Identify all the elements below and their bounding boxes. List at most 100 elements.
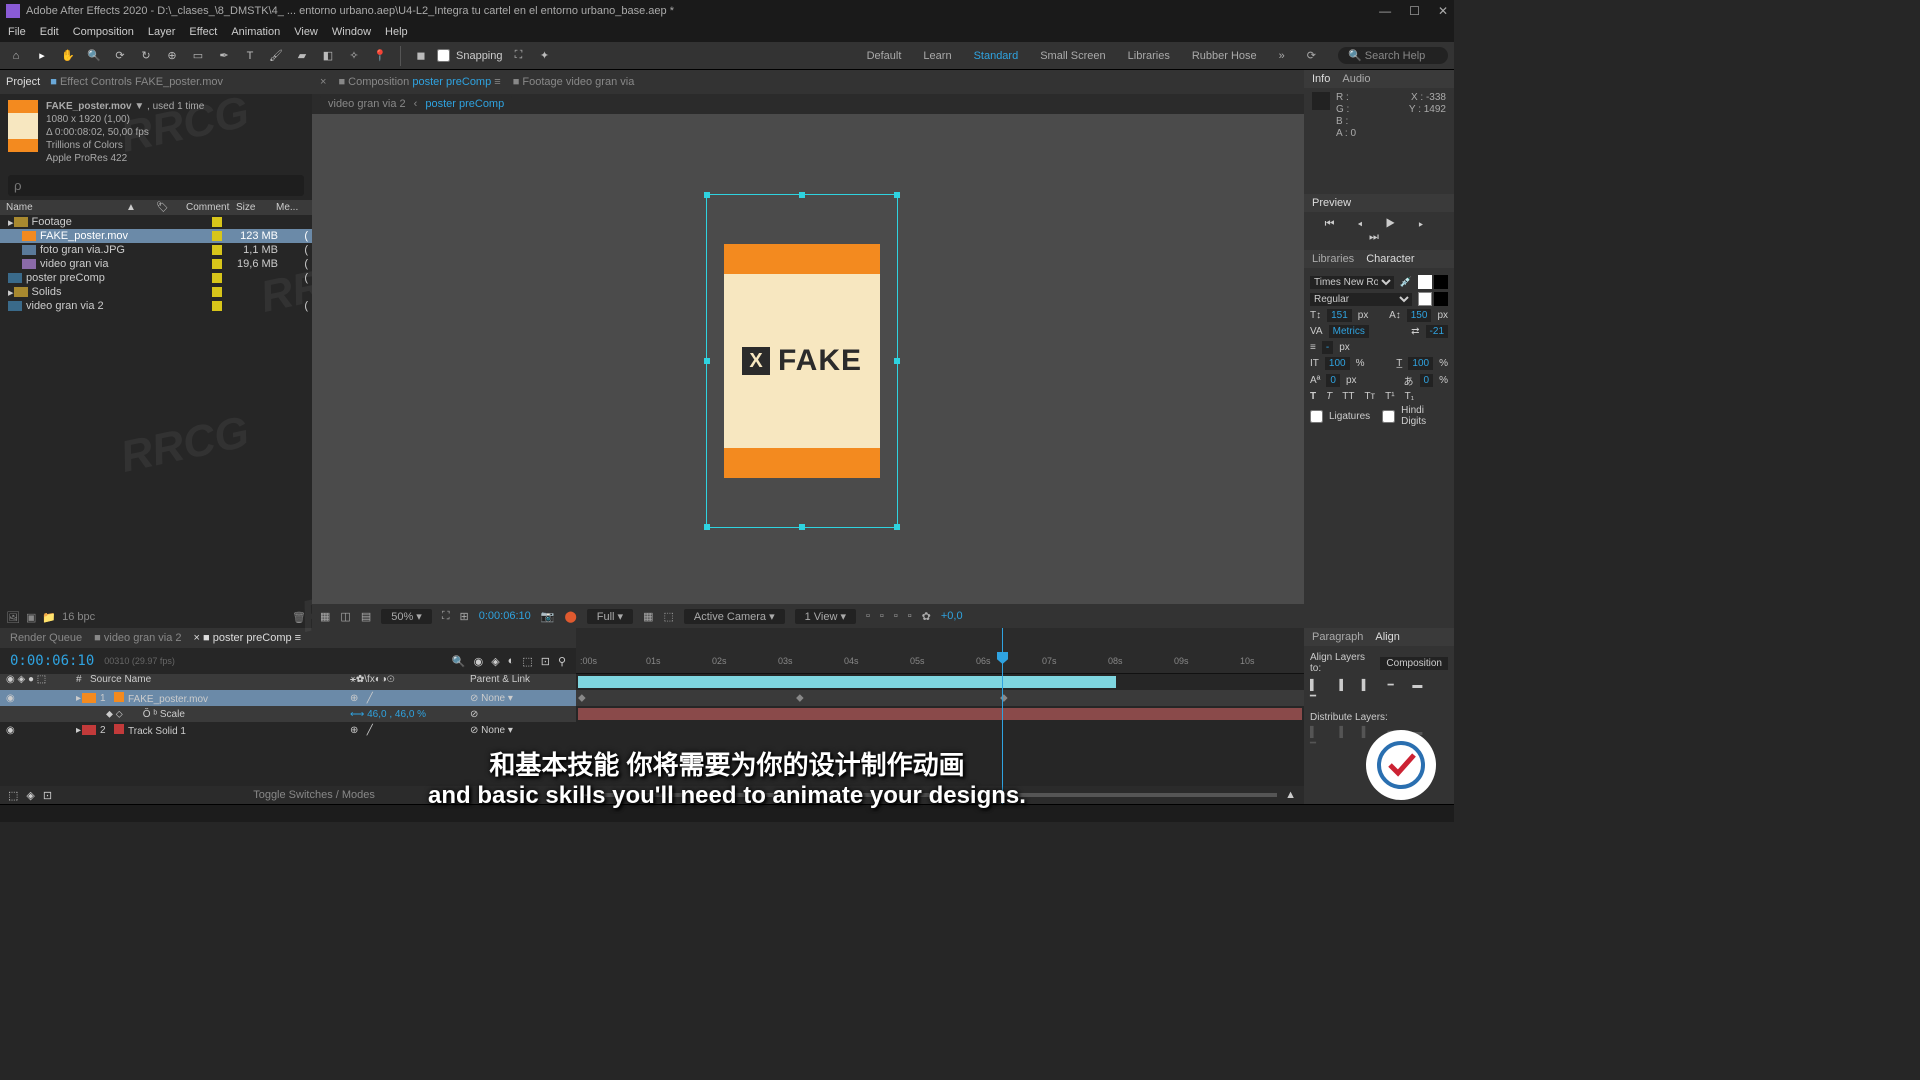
project-tree[interactable]: ▸Footage FAKE_poster.mov123 MB( foto gra… [0,215,312,606]
preview-controls[interactable]: ⏮ ◂ ▶ ▸ ⏭ [1304,212,1454,250]
search-help-input[interactable]: 🔍 Search Help [1338,47,1448,64]
hand-tool-icon[interactable]: ✋ [58,46,78,66]
minimize-button[interactable]: — [1379,4,1391,18]
project-search-input[interactable] [8,175,304,196]
toggle-switches[interactable]: Toggle Switches / Modes [60,789,568,801]
hindi-checkbox[interactable] [1382,410,1395,423]
shape-fill-icon[interactable]: ◼ [411,46,431,66]
tab-info[interactable]: Info [1312,73,1330,85]
close-button[interactable]: ✕ [1438,4,1448,18]
tl-opt1-icon[interactable]: ◉ [474,655,484,668]
menu-window[interactable]: Window [332,26,371,38]
font-size-input[interactable]: 151 [1327,309,1352,322]
vscale-input[interactable]: 100 [1325,357,1350,370]
snap-opt2-icon[interactable]: ✦ [535,46,555,66]
tab-comp1[interactable]: ■ video gran via 2 [94,632,181,644]
tab-preview[interactable]: Preview [1312,197,1351,209]
anchor-tool-icon[interactable]: ⊕ [162,46,182,66]
tl-foot-icon1[interactable]: ⬚ [8,789,18,802]
rotate-tool-icon[interactable]: ↻ [136,46,156,66]
layer-prop-scale[interactable]: ⬥ ⬦ Ŏ ᵇ Scale ⟷ 46,0 , 46,0 % ⊘ [0,706,576,722]
tl-foot-icon2[interactable]: ◈ [26,789,34,802]
eraser-tool-icon[interactable]: ◧ [318,46,338,66]
workspace-learn[interactable]: Learn [923,50,951,62]
kerning-select[interactable]: Metrics [1329,325,1369,338]
rect-tool-icon[interactable]: ▭ [188,46,208,66]
faux-bold-button[interactable]: T [1310,391,1316,402]
snapping-checkbox[interactable] [437,49,450,62]
views-selector[interactable]: 1 View ▾ [795,609,856,624]
project-columns[interactable]: Name ▲ 🏷 Comment Size Me... [0,200,312,215]
menu-view[interactable]: View [294,26,318,38]
menu-help[interactable]: Help [385,26,408,38]
allcaps-button[interactable]: TT [1342,391,1354,402]
zoom-out-icon[interactable]: ━ [584,789,591,802]
eyedropper-icon[interactable]: 💉 [1400,277,1412,288]
alpha-icon[interactable]: ▦ [320,610,330,623]
baseline-input[interactable]: 0 [1326,374,1340,387]
res-icon[interactable]: ⛶ [442,610,450,623]
menu-composition[interactable]: Composition [73,26,134,38]
brush-tool-icon[interactable]: 🖌 [266,46,286,66]
tab-composition[interactable]: ■ Composition poster preComp ≡ [338,76,500,88]
current-timecode[interactable]: 0:00:06:10 [10,653,94,669]
new-comp-icon[interactable]: ▣ [26,611,36,624]
tsume-input[interactable]: 0 [1420,374,1434,387]
tl-opt4-icon[interactable]: ⬚ [522,655,532,668]
faux-italic-button[interactable]: T [1326,391,1332,402]
tab-project[interactable]: Project [6,76,40,88]
roto-tool-icon[interactable]: ✧ [344,46,364,66]
view-opt3-icon[interactable]: ▫ [894,610,898,622]
smallcaps-button[interactable]: Tᴛ [1364,391,1375,402]
subscript-button[interactable]: T₁ [1405,391,1414,402]
workspace-default[interactable]: Default [867,50,902,62]
channels-icon[interactable]: ⬤ [564,610,576,623]
puppet-tool-icon[interactable]: 📍 [370,46,390,66]
menu-layer[interactable]: Layer [148,26,176,38]
composition-viewer[interactable]: XFAKE [312,114,1304,604]
tab-paragraph[interactable]: Paragraph [1312,631,1363,643]
breadcrumb[interactable]: video gran via 2‹poster preComp [320,96,512,112]
track-layer-2[interactable] [576,706,1304,722]
pen-tool-icon[interactable]: ✒ [214,46,234,66]
resolution-selector[interactable]: Full ▾ [587,609,633,624]
fill-swatch[interactable] [1418,275,1432,289]
menu-file[interactable]: File [8,26,26,38]
track-layer-1[interactable] [576,674,1304,690]
workspace-standard[interactable]: Standard [974,50,1019,62]
timeline-right[interactable]: :00s 01s 02s 03s 04s 05s 06s 07s 08s 09s… [576,628,1304,804]
hscale-input[interactable]: 100 [1408,357,1433,370]
exposure-value[interactable]: +0,0 [941,610,963,622]
3d-icon[interactable]: ⬚ [663,610,673,623]
selection-bbox[interactable] [706,194,898,528]
workspace-libraries[interactable]: Libraries [1128,50,1170,62]
view-opt2-icon[interactable]: ▫ [880,610,884,622]
view-opt4-icon[interactable]: ▫ [908,610,912,622]
orbit-tool-icon[interactable]: ⟳ [110,46,130,66]
tl-opt3-icon[interactable]: ◐ [508,655,515,668]
comp-tab-close-icon[interactable]: × [320,76,326,88]
align-buttons[interactable]: ▌ ▐ ▌ ━ ▬ ━ [1310,680,1448,702]
time-display[interactable]: 0:00:06:10 [479,610,531,622]
zoom-tool-icon[interactable]: 🔍 [84,46,104,66]
stroke-width-input[interactable]: - [1322,341,1333,354]
sync-icon[interactable]: ⟳ [1307,49,1316,62]
menu-effect[interactable]: Effect [189,26,217,38]
tracking-input[interactable]: -21 [1426,325,1448,338]
leading-input[interactable]: 150 [1407,309,1432,322]
grid-icon[interactable]: ▤ [361,610,371,623]
tl-opt6-icon[interactable]: ⚲ [558,655,566,668]
tl-opt2-icon[interactable]: ◈ [491,655,499,668]
selection-tool-icon[interactable]: ▸ [32,46,52,66]
tab-libraries[interactable]: Libraries [1312,253,1354,265]
menu-animation[interactable]: Animation [231,26,280,38]
tl-search-icon[interactable]: 🔍 [452,655,466,668]
tab-align[interactable]: Align [1375,631,1399,643]
font-style-select[interactable]: Regular [1310,293,1412,306]
zoom-selector[interactable]: 50% ▾ [381,609,432,624]
snapshot-icon[interactable]: 📷 [541,610,555,623]
clone-tool-icon[interactable]: ▰ [292,46,312,66]
tab-render-queue[interactable]: Render Queue [10,632,82,644]
align-to-select[interactable]: Composition [1380,657,1448,670]
camera-selector[interactable]: Active Camera ▾ [684,609,785,624]
